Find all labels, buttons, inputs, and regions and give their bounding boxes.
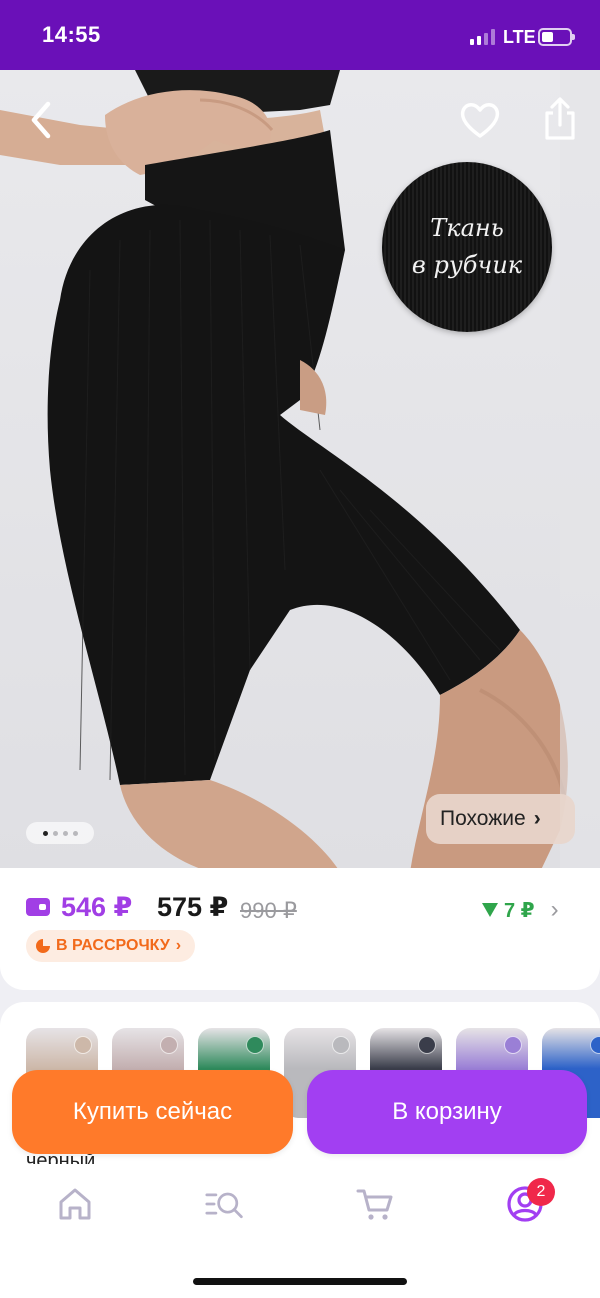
- similar-products-button[interactable]: Похожие ›: [426, 794, 575, 844]
- wallet-price: 546 ₽: [61, 892, 133, 922]
- cart-icon[interactable]: [355, 1184, 395, 1224]
- status-time: 14:55: [42, 22, 101, 47]
- gallery-dot-active: [42, 830, 48, 836]
- profile-notification-badge: 2: [527, 1178, 555, 1206]
- fabric-swatch-mini: [418, 1036, 436, 1054]
- signal-icon: [470, 29, 495, 45]
- share-icon[interactable]: [540, 96, 580, 142]
- heart-icon[interactable]: [458, 98, 502, 142]
- network-type: LTE: [503, 27, 536, 47]
- fabric-swatch-mini: [160, 1036, 178, 1054]
- cashback-info[interactable]: 7 ₽ ›: [482, 896, 559, 924]
- chevron-right-icon: ›: [550, 896, 559, 923]
- product-image-gallery[interactable]: Ткань в рубчик Похожие ›: [0, 70, 600, 872]
- chevron-right-icon: ›: [175, 937, 182, 954]
- add-to-cart-label: В корзину: [392, 1098, 502, 1125]
- home-icon[interactable]: [55, 1184, 95, 1224]
- fabric-swatch-mini: [590, 1036, 600, 1054]
- gallery-dot: [72, 830, 78, 836]
- gallery-pagination[interactable]: [26, 822, 94, 844]
- catalog-search-icon[interactable]: [205, 1184, 245, 1224]
- chevron-right-icon: ›: [533, 807, 541, 830]
- swatch-line-1: Ткань: [430, 214, 504, 242]
- installment-button[interactable]: В РАССРОЧКУ ›: [26, 930, 196, 962]
- similar-label: Похожие: [440, 807, 526, 830]
- fabric-swatch-mini: [246, 1036, 264, 1054]
- pie-chart-icon: [36, 939, 50, 953]
- wallet-icon: [26, 898, 50, 916]
- swatch-line-2: в рубчик: [411, 251, 523, 279]
- gallery-dot: [52, 830, 58, 836]
- back-chevron-icon[interactable]: [22, 98, 62, 142]
- fabric-swatch-badge: Ткань в рубчик: [382, 162, 552, 332]
- buy-now-label: Купить сейчас: [72, 1098, 233, 1125]
- fabric-swatch-mini: [74, 1036, 92, 1054]
- gallery-dot: [62, 830, 68, 836]
- triangle-down-icon: [482, 903, 498, 917]
- old-price: 990 ₽: [240, 898, 297, 923]
- buy-now-button[interactable]: Купить сейчас: [12, 1070, 293, 1154]
- installment-label: В РАССРОЧКУ: [56, 937, 170, 954]
- fabric-swatch-mini: [332, 1036, 350, 1054]
- fabric-swatch-mini: [504, 1036, 522, 1054]
- battery-icon: [538, 28, 575, 46]
- cashback-value: 7 ₽: [504, 899, 535, 922]
- price: 575 ₽: [157, 892, 229, 922]
- add-to-cart-button[interactable]: В корзину: [307, 1070, 587, 1154]
- home-indicator: [193, 1278, 407, 1285]
- status-bar: 14:55 LTE: [0, 0, 600, 70]
- price-card: 546 ₽ 575 ₽ 990 ₽ 7 ₽ › В РАССРОЧКУ ›: [0, 868, 600, 990]
